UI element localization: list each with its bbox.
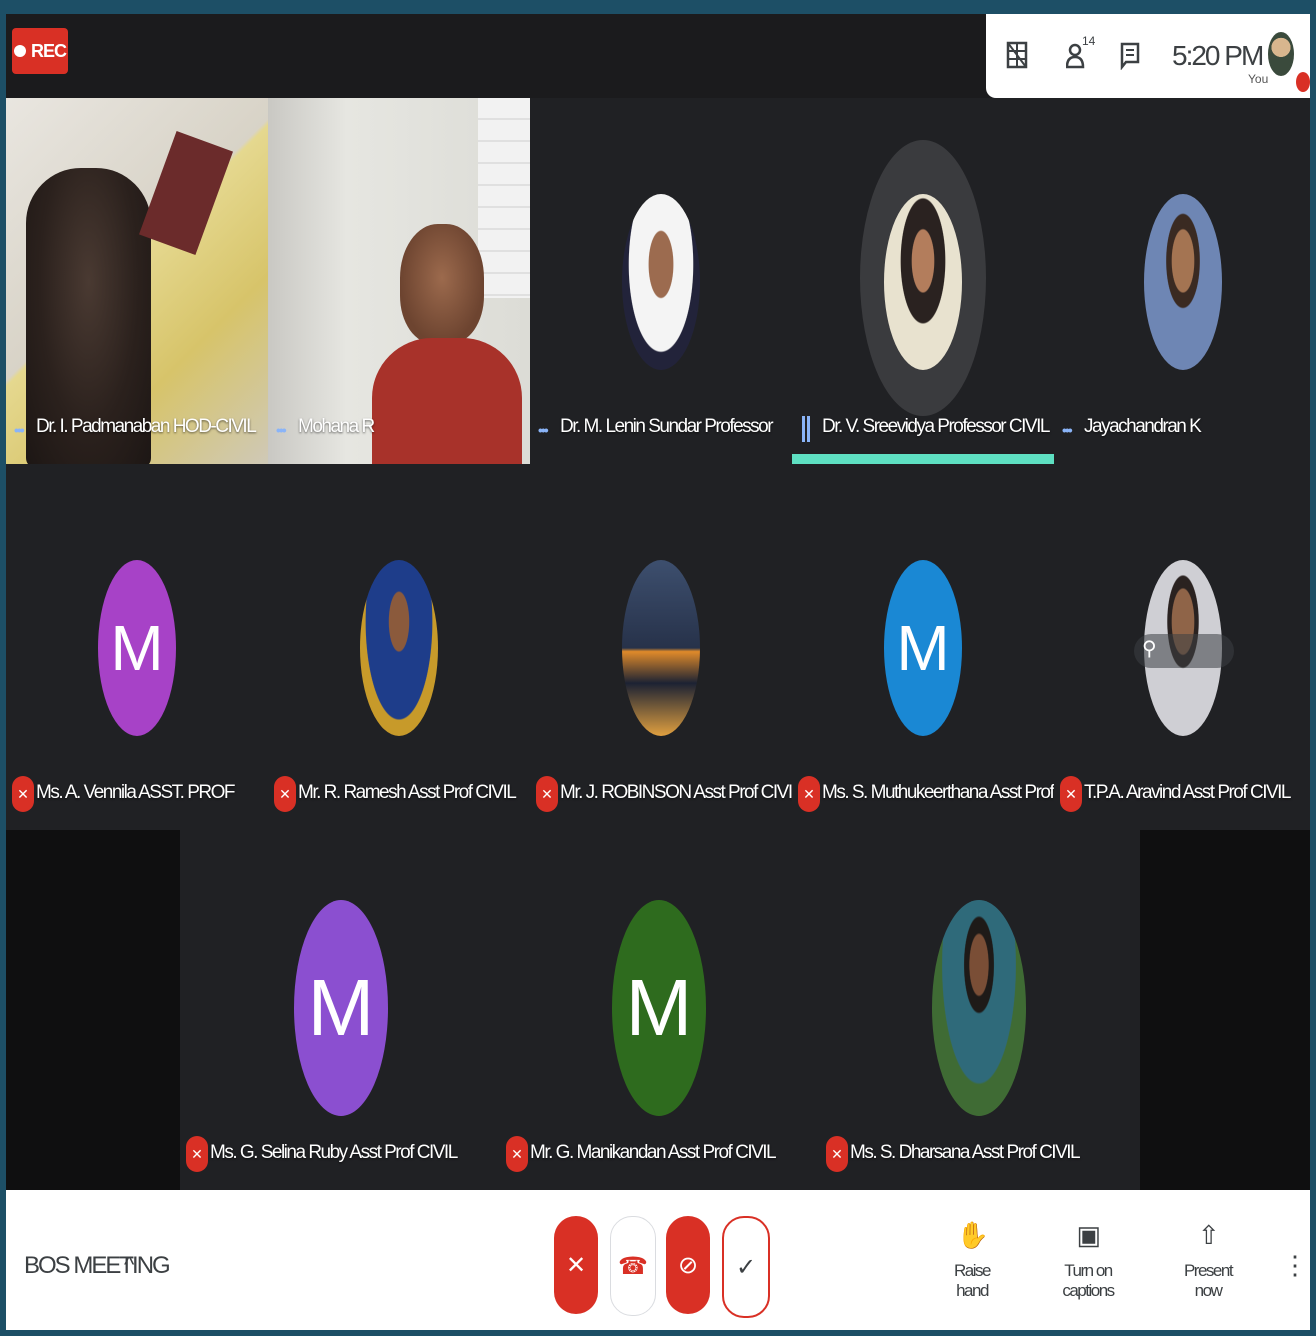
participant-avatar xyxy=(1144,194,1222,370)
participant-name: Dr. V. Sreevidya Professor CIVIL xyxy=(822,416,1050,437)
check-button[interactable]: ✓ xyxy=(722,1216,770,1318)
raise-hand-button[interactable]: ✋ Raise hand xyxy=(942,1220,1002,1301)
captions-button[interactable]: ▣ Turn on captions xyxy=(1042,1220,1134,1301)
top-bar: REC 14 5:20 PM You xyxy=(6,14,1310,98)
self-avatar[interactable] xyxy=(1268,32,1294,76)
you-label: You xyxy=(1248,72,1269,86)
participant-avatar xyxy=(884,194,962,370)
participant-initial-avatar: M xyxy=(294,900,388,1116)
participant-name: Ms. S. Muthukeerthana Asst Prof CIVIL xyxy=(822,782,1054,803)
meeting-title[interactable]: BOS MEETING xyxy=(24,1252,171,1280)
camera-feed-person xyxy=(400,224,484,344)
top-right-panel: 14 5:20 PM You xyxy=(986,14,1310,98)
mic-off-badge-icon xyxy=(1296,72,1310,92)
participant-name: Mr. J. ROBINSON Asst Prof CIVIL xyxy=(560,782,792,803)
participant-tile[interactable]: ✕ Mr. J. ROBINSON Asst Prof CIVIL xyxy=(530,464,792,830)
closed-captions-icon: ▣ xyxy=(1076,1220,1101,1250)
audio-level-icon: ••• xyxy=(538,422,549,438)
recording-indicator: REC xyxy=(12,28,68,74)
participant-tile[interactable]: ✕ Ms. S. Dharsana Asst Prof CIVIL xyxy=(820,830,1140,1190)
speaking-indicator-bar xyxy=(792,454,1054,464)
participant-tile-video[interactable]: ••• Mohana R xyxy=(268,98,530,464)
present-now-button[interactable]: ⇧ Present now xyxy=(1172,1220,1244,1301)
captions-label: Turn on captions xyxy=(1062,1261,1115,1300)
participant-initial-avatar: M xyxy=(612,900,706,1116)
rec-label: REC xyxy=(30,40,67,61)
camera-toggle-button[interactable]: ⊘ xyxy=(666,1216,710,1314)
participant-avatar xyxy=(360,560,438,736)
participant-tile[interactable]: ✕ Mr. R. Ramesh Asst Prof CIVIL xyxy=(268,464,530,830)
participant-name: Jayachandran K xyxy=(1084,416,1202,437)
meet-window: REC 14 5:20 PM You ••• Dr. I. Padmanaban… xyxy=(6,14,1310,1330)
hang-up-icon: ☎ xyxy=(618,1252,648,1280)
mic-off-icon: ✕ xyxy=(274,776,296,812)
grid-layout-icon[interactable] xyxy=(1006,40,1032,70)
audio-level-icon: ••• xyxy=(1062,422,1073,438)
microphone-toggle-button[interactable]: ✕ xyxy=(554,1216,598,1314)
participant-avatar xyxy=(622,560,700,736)
participant-name: Mr. R. Ramesh Asst Prof CIVIL xyxy=(298,782,517,803)
calendar-background xyxy=(478,98,530,298)
participant-tile[interactable]: ••• Jayachandran K xyxy=(1054,98,1310,464)
pin-icon[interactable]: ⚲ xyxy=(1142,636,1157,661)
camera-feed-background xyxy=(138,131,234,255)
participant-tile[interactable]: M ✕ Ms. S. Muthukeerthana Asst Prof CIVI… xyxy=(792,464,1054,830)
participant-tile-video[interactable]: ••• Dr. I. Padmanaban HOD-CIVIL xyxy=(6,98,268,464)
participant-name: Ms. S. Dharsana Asst Prof CIVIL xyxy=(850,1142,1081,1163)
audio-level-icon: ••• xyxy=(14,422,25,438)
present-label: Present now xyxy=(1183,1261,1234,1300)
hand-icon: ✋ xyxy=(956,1220,989,1250)
camera-off-icon: ⊘ xyxy=(677,1251,699,1279)
participant-avatar xyxy=(622,194,700,370)
bottom-control-bar: BOS MEETING ^ ✕ ☎ ⊘ ✓ ✋ Raise hand ▣ Tur… xyxy=(6,1190,1310,1330)
participants-count: 14 xyxy=(1082,34,1096,48)
mic-off-icon: ✕ xyxy=(186,1136,208,1172)
mic-off-icon: ✕ xyxy=(798,776,820,812)
participant-name: Ms. G. Selina Ruby Asst Prof CIVIL xyxy=(210,1142,458,1163)
audio-level-icon: ••• xyxy=(276,422,287,438)
participant-name: Mr. G. Manikandan Asst Prof CIVIL xyxy=(530,1142,777,1163)
participant-tile[interactable]: M ✕ Mr. G. Manikandan Asst Prof CIVIL xyxy=(500,830,820,1190)
participant-initial-avatar: M xyxy=(98,560,176,736)
participant-tile[interactable]: M ✕ Ms. G. Selina Ruby Asst Prof CIVIL xyxy=(180,830,500,1190)
empty-gutter xyxy=(6,830,180,1190)
participant-tile[interactable]: M ✕ Ms. A. Vennila ASST. PROF xyxy=(6,464,268,830)
empty-gutter xyxy=(1140,830,1310,1190)
raise-hand-label: Raise hand xyxy=(954,1261,991,1300)
mic-off-icon: ✕ xyxy=(536,776,558,812)
mic-off-icon: ✕ xyxy=(565,1251,587,1279)
mic-off-icon: ✕ xyxy=(1060,776,1082,812)
participant-tile[interactable]: ⚲ ✕ T.P.A. Aravind Asst Prof CIVIL xyxy=(1054,464,1310,830)
participant-name: T.P.A. Aravind Asst Prof CIVIL xyxy=(1084,782,1292,803)
participant-avatar xyxy=(932,900,1026,1116)
mic-off-icon: ✕ xyxy=(826,1136,848,1172)
check-icon: ✓ xyxy=(735,1253,757,1281)
participant-tile[interactable]: ••• Dr. M. Lenin Sundar Professor xyxy=(530,98,792,464)
leave-call-button[interactable]: ☎ xyxy=(610,1216,656,1316)
chevron-up-icon[interactable]: ^ xyxy=(124,1252,134,1278)
participant-name: Mohana R xyxy=(298,416,375,437)
participant-name: Ms. A. Vennila ASST. PROF xyxy=(36,782,236,803)
mic-off-icon: ✕ xyxy=(12,776,34,812)
participant-name: Dr. I. Padmanaban HOD-CIVIL xyxy=(36,416,257,437)
mic-off-icon: ✕ xyxy=(506,1136,528,1172)
participant-tile-speaking[interactable]: Dr. V. Sreevidya Professor CIVIL xyxy=(792,98,1054,464)
chat-icon[interactable] xyxy=(1120,40,1146,71)
record-dot-icon xyxy=(13,45,26,57)
clock: 5:20 PM xyxy=(1172,40,1264,71)
camera-feed-clothing xyxy=(372,338,522,464)
more-options-icon[interactable]: ⋮ xyxy=(1282,1250,1308,1281)
participant-initial-avatar: M xyxy=(884,560,962,736)
present-icon: ⇧ xyxy=(1197,1220,1220,1250)
participant-name: Dr. M. Lenin Sundar Professor xyxy=(560,416,774,437)
speaking-audio-icon xyxy=(802,416,812,442)
